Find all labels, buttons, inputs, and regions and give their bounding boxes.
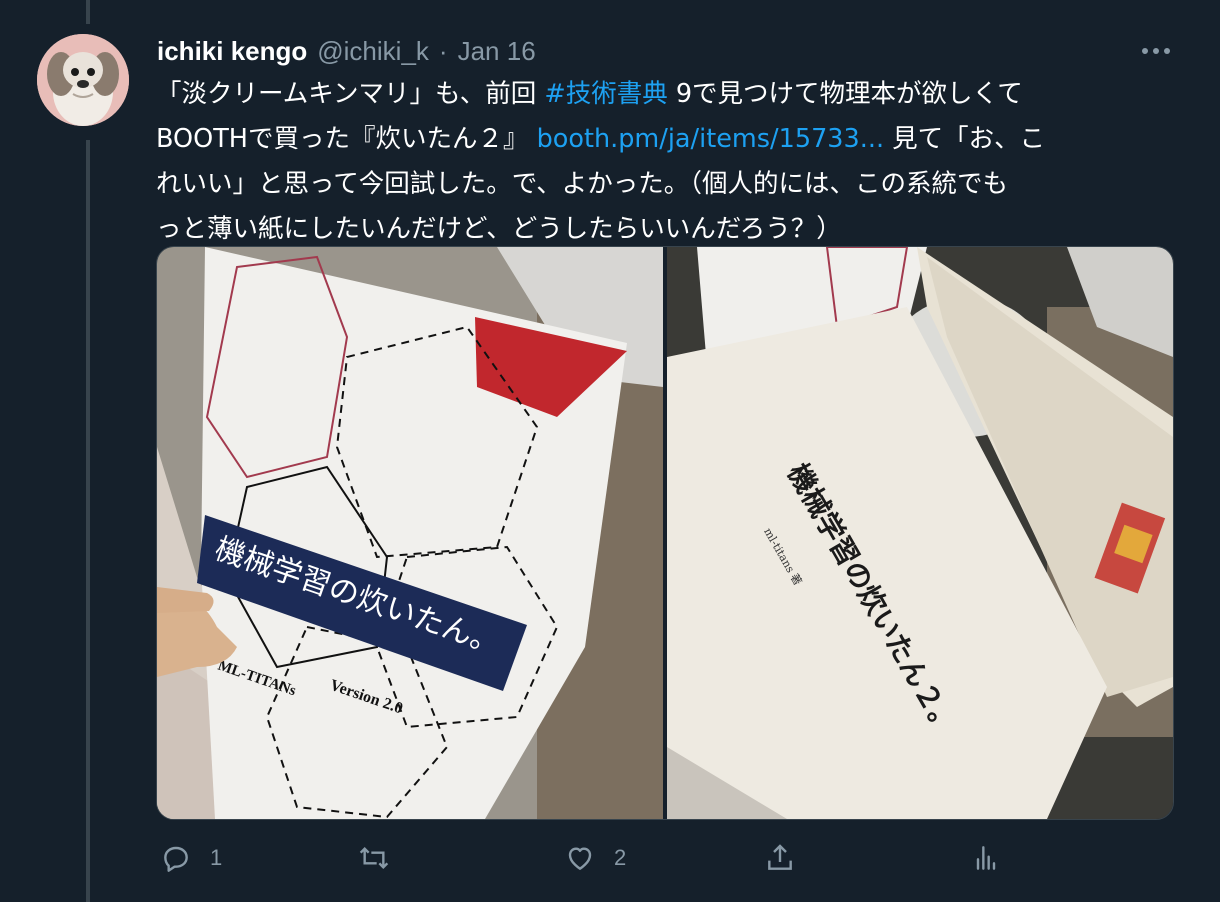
heart-icon: [568, 847, 592, 870]
photo-book-cover[interactable]: 機械学習の炊いたん。 ML-TITANs Version 2.0: [157, 247, 663, 819]
text-segment: 「淡クリームキンマリ」も、前回: [156, 79, 537, 109]
analytics-icon: [976, 846, 996, 870]
like-button[interactable]: 2: [564, 836, 626, 880]
thread-line-bottom: [86, 140, 90, 902]
text-segment: 9で見つけて物理本が欲しくて: [675, 79, 1023, 109]
tweet-text: 「淡クリームキンマリ」も、前回 #技術書典 9で見つけて物理本が欲しくて BOO…: [156, 72, 1176, 252]
author-name[interactable]: ichiki kengo: [157, 36, 307, 67]
reply-icon: [164, 846, 188, 872]
reply-count: 1: [210, 845, 223, 870]
share-icon: [768, 844, 792, 870]
hashtag-link[interactable]: #技術書典: [544, 79, 667, 109]
share-button[interactable]: [764, 836, 796, 880]
photo-book-title-page[interactable]: 機械学習の炊いたん２。 ml-titans 著: [667, 247, 1173, 819]
tweet-text-line-1: 「淡クリームキンマリ」も、前回 #技術書典 9で見つけて物理本が欲しくて: [156, 72, 1176, 117]
tweet-header: ichiki kengo @ichiki_k · Jan 16: [157, 34, 536, 68]
thread-line-top: [86, 0, 90, 24]
text-segment: 見て「お、こ: [892, 124, 1046, 154]
retweet-icon: [359, 846, 389, 870]
tweet-text-line-3: れいい」と思って今回試した。で、よかった。（個人的には、この系統でも: [156, 169, 1008, 199]
reply-button[interactable]: 1: [160, 836, 222, 880]
more-icon[interactable]: [1136, 36, 1176, 66]
author-handle[interactable]: @ichiki_k: [317, 36, 429, 67]
media-grid: 機械学習の炊いたん。 ML-TITANs Version 2.0 機械学習の炊い…: [156, 246, 1174, 820]
retweet-button[interactable]: [358, 836, 408, 880]
tweet-text-line-2: BOOTHで買った『炊いたん２』 booth.pm/ja/items/15733…: [156, 117, 1176, 162]
booth-link[interactable]: booth.pm/ja/items/15733...: [537, 124, 885, 154]
like-count: 2: [614, 845, 627, 870]
dog-avatar-image: [37, 34, 129, 126]
tweet-actions: 1 2: [156, 836, 1176, 880]
text-segment: BOOTHで買った『炊いたん２』: [156, 124, 529, 154]
separator-dot: ·: [438, 35, 448, 66]
tweet-date[interactable]: Jan 16: [458, 36, 536, 67]
avatar[interactable]: [37, 34, 129, 126]
analytics-button[interactable]: [970, 836, 1002, 880]
